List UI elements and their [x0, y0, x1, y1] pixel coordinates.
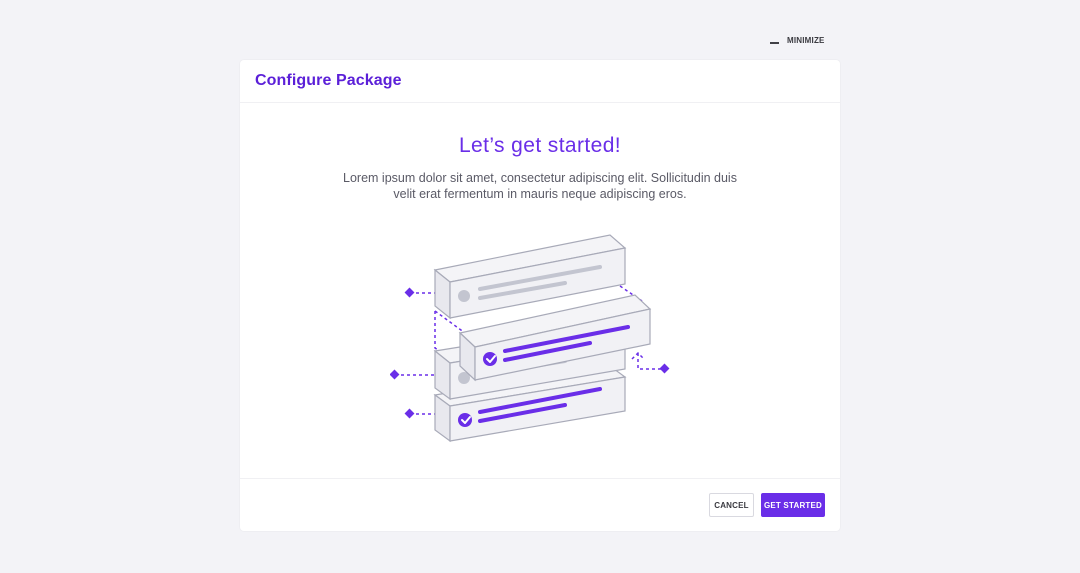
- modal-footer: CANCEL GET STARTED: [240, 478, 840, 532]
- check-circle-icon: [458, 413, 472, 427]
- minimize-label: MINIMIZE: [787, 35, 825, 45]
- configure-package-modal: Configure Package Let’s get started! Lor…: [240, 60, 840, 531]
- modal-title: Configure Package: [255, 72, 402, 89]
- description-text: Lorem ipsum dolor sit amet, consectetur …: [343, 171, 737, 201]
- headline: Let’s get started!: [458, 134, 622, 157]
- get-started-button[interactable]: GET STARTED: [761, 493, 825, 517]
- modal-body: Let’s get started! Lorem ipsum dolor sit…: [240, 103, 840, 478]
- minimize-button[interactable]: MINIMIZE: [770, 32, 825, 48]
- avatar-placeholder-icon: [458, 290, 470, 302]
- minimize-icon: [770, 41, 779, 44]
- stacked-packages-illustration: .box-top { fill: #f4f4f7; stroke: #a8aab…: [390, 234, 670, 443]
- modal-header: Configure Package: [240, 60, 840, 103]
- cancel-button[interactable]: CANCEL: [709, 493, 754, 517]
- check-circle-icon: [483, 352, 497, 366]
